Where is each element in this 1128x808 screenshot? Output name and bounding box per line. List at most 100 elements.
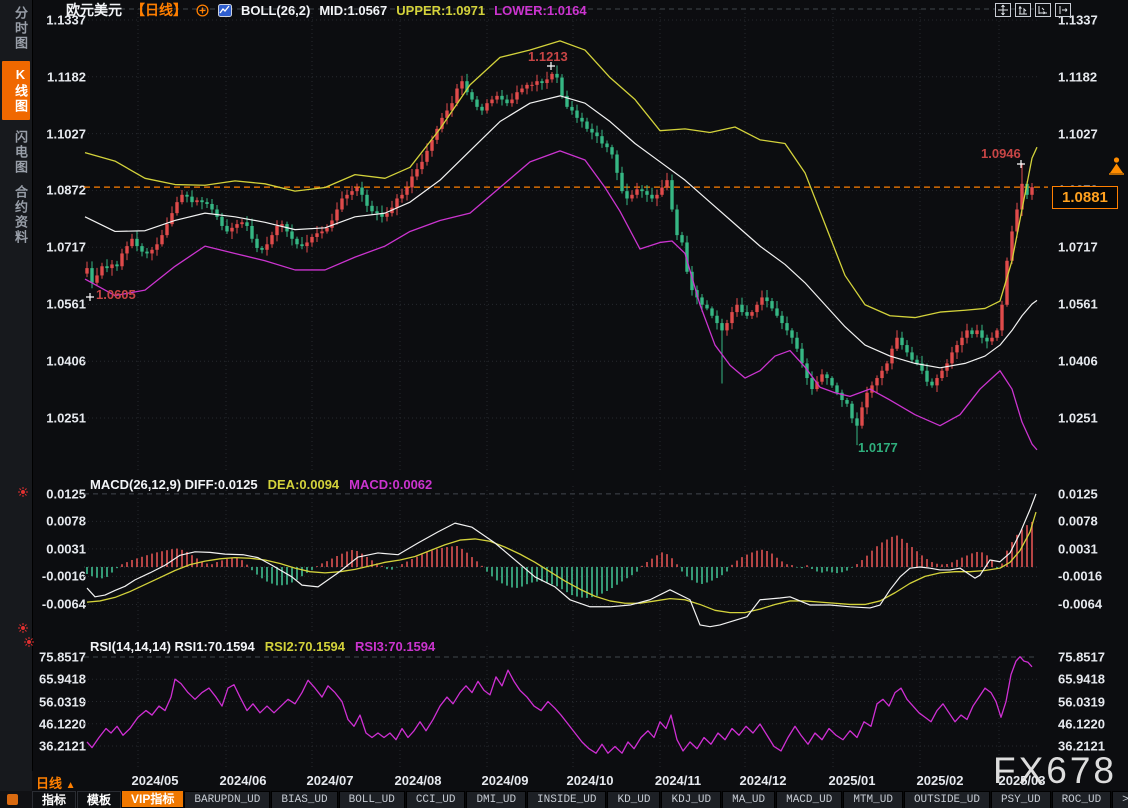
watermark: FX678 bbox=[993, 750, 1117, 792]
axis-label: 1.0561 bbox=[1058, 297, 1098, 312]
boll-mid-value: MID:1.0567 bbox=[319, 3, 387, 18]
rsi1-value: RSI(14,14,14) RSI1:70.1594 bbox=[90, 639, 255, 654]
axis-label: 56.0319 bbox=[1058, 694, 1105, 709]
axis-label: 65.9418 bbox=[28, 672, 86, 687]
axis-label: 75.8517 bbox=[28, 650, 86, 665]
axis-label: 1.0406 bbox=[1058, 354, 1098, 369]
macd-panel-header: MACD(26,12,9) DIFF:0.0125 DEA:0.0094 MAC… bbox=[90, 477, 432, 492]
axis-label: -0.0064 bbox=[1058, 597, 1102, 612]
boll-indicator-label: BOLL(26,2) bbox=[241, 3, 310, 18]
date-label: 2025/01 bbox=[829, 773, 876, 788]
date-label: 2024/12 bbox=[740, 773, 787, 788]
date-label: 2024/06 bbox=[220, 773, 267, 788]
axis-label: 1.0872 bbox=[28, 183, 86, 198]
symbol-title: 欧元美元 bbox=[66, 0, 122, 20]
axis-label: 1.0251 bbox=[1058, 410, 1098, 425]
toolbar-button-7[interactable]: DMI_UD bbox=[466, 791, 526, 808]
macd-alert-dot-icon bbox=[18, 484, 28, 502]
axis-label: 1.1027 bbox=[28, 126, 86, 141]
crosshair-icon[interactable] bbox=[995, 3, 1011, 17]
axis-label: 1.0251 bbox=[28, 410, 86, 425]
rsi-alert-dot2-icon bbox=[24, 634, 34, 652]
axis-label: 0.0078 bbox=[1058, 514, 1098, 529]
rsi-panel-header: RSI(14,14,14) RSI1:70.1594 RSI2:70.1594 … bbox=[90, 639, 435, 654]
toolbar-button-10[interactable]: KDJ_UD bbox=[661, 791, 721, 808]
axis-label: 1.0406 bbox=[28, 354, 86, 369]
toolbar-button-4[interactable]: BIAS_UD bbox=[271, 791, 337, 808]
toolbar-button-14[interactable]: OUTSIDE_UD bbox=[904, 791, 990, 808]
bottom-left-corner bbox=[0, 791, 32, 808]
period-selector[interactable]: 日线 ▲ bbox=[36, 773, 76, 792]
rsi3-value: RSI3:70.1594 bbox=[355, 639, 435, 654]
axis-label: 0.0031 bbox=[1058, 541, 1098, 556]
price-annotation: 1.1213 bbox=[528, 49, 568, 64]
toolbar-button-11[interactable]: MA_UD bbox=[722, 791, 775, 808]
price-annotation: 1.0177 bbox=[858, 440, 898, 455]
pan-right-icon[interactable] bbox=[1055, 3, 1071, 17]
axis-label: 65.9418 bbox=[1058, 672, 1105, 687]
toolbar-button-15[interactable]: PSY_UD bbox=[991, 791, 1051, 808]
corner-app-icon[interactable] bbox=[7, 794, 18, 805]
date-label: 2024/05 bbox=[132, 773, 179, 788]
date-label: 2024/10 bbox=[567, 773, 614, 788]
sidebar-tab-2[interactable]: 闪电图 bbox=[2, 130, 30, 175]
toolbar-button-12[interactable]: MACD_UD bbox=[776, 791, 842, 808]
sidebar-tab-3[interactable]: 合约资料 bbox=[2, 185, 30, 245]
price-alert-icon[interactable] bbox=[1108, 156, 1125, 180]
toolbar-button-5[interactable]: BOLL_UD bbox=[339, 791, 405, 808]
axis-label: 36.2121 bbox=[28, 739, 86, 754]
toolbar-button-8[interactable]: INSIDE_UD bbox=[527, 791, 606, 808]
axis-label: 0.0031 bbox=[28, 541, 86, 556]
toolbar-more-button[interactable]: >> bbox=[1112, 791, 1128, 808]
axis-label: 1.1182 bbox=[28, 69, 86, 84]
sidebar-tab-1[interactable]: K线图 bbox=[2, 61, 30, 120]
axis-label: 75.8517 bbox=[1058, 650, 1105, 665]
add-indicator-icon[interactable] bbox=[196, 4, 209, 17]
macd-macd-value: MACD:0.0062 bbox=[349, 477, 432, 492]
price-annotation: 1.0946 bbox=[981, 146, 1021, 161]
axis-label: 46.1220 bbox=[28, 716, 86, 731]
chart-header: 欧元美元 【日线】 BOLL(26,2) MID:1.0567 UPPER:1.… bbox=[66, 1, 587, 19]
axis-label: 1.1182 bbox=[1058, 69, 1097, 84]
price-annotation: 1.0605 bbox=[96, 287, 136, 302]
date-label: 2025/02 bbox=[917, 773, 964, 788]
axis-label: 46.1220 bbox=[1058, 716, 1105, 731]
toolbar-button-2[interactable]: VIP指标 bbox=[122, 791, 183, 807]
toolbar-button-3[interactable]: BARUPDN_UD bbox=[184, 791, 270, 808]
sidebar-tab-0[interactable]: 分时图 bbox=[2, 6, 30, 51]
axis-label: -0.0016 bbox=[28, 569, 86, 584]
toolbar-button-13[interactable]: MTM_UD bbox=[843, 791, 903, 808]
axis-label: 56.0319 bbox=[28, 694, 86, 709]
toolbar-button-6[interactable]: CCI_UD bbox=[406, 791, 466, 808]
toolbar-button-0[interactable]: 指标 bbox=[32, 791, 76, 808]
axis-label: 0.0078 bbox=[28, 514, 86, 529]
chart-toolbar-icons bbox=[995, 3, 1071, 17]
axis-label: 1.1027 bbox=[1058, 126, 1098, 141]
indicator-toolbar: 指标模板VIP指标BARUPDN_UDBIAS_UDBOLL_UDCCI_UDD… bbox=[32, 791, 1128, 808]
period-tag: 【日线】 bbox=[131, 0, 187, 20]
date-label: 2024/09 bbox=[482, 773, 529, 788]
toolbar-button-1[interactable]: 模板 bbox=[77, 791, 121, 808]
axis-label: 0.0125 bbox=[1058, 486, 1098, 501]
axis-label: 0.0125 bbox=[28, 486, 86, 501]
date-axis-row: 日线 ▲ 2024/05 2024/06 2024/07 2024/08 2024/09… bbox=[32, 771, 1128, 791]
toolbar-button-16[interactable]: ROC_UD bbox=[1052, 791, 1112, 808]
axis-label: -0.0016 bbox=[1058, 569, 1102, 584]
date-label: 2024/08 bbox=[395, 773, 442, 788]
axis-label: -0.0064 bbox=[28, 597, 86, 612]
fit-horizontal-icon[interactable] bbox=[1035, 3, 1051, 17]
boll-upper-value: UPPER:1.0971 bbox=[396, 3, 485, 18]
fit-vertical-icon[interactable] bbox=[1015, 3, 1031, 17]
axis-label: 1.0717 bbox=[28, 240, 86, 255]
chart-type-icon[interactable] bbox=[218, 4, 232, 17]
axis-label: 1.0561 bbox=[28, 297, 86, 312]
axis-label: 1.0717 bbox=[1058, 240, 1098, 255]
boll-lower-value: LOWER:1.0164 bbox=[494, 3, 586, 18]
macd-diff-value: MACD(26,12,9) DIFF:0.0125 bbox=[90, 477, 258, 492]
toolbar-button-9[interactable]: KD_UD bbox=[607, 791, 660, 808]
chart-canvas bbox=[0, 0, 1128, 808]
rsi2-value: RSI2:70.1594 bbox=[265, 639, 345, 654]
chevron-up-icon: ▲ bbox=[66, 780, 76, 791]
date-label: 2024/11 bbox=[655, 773, 701, 788]
date-label: 2024/07 bbox=[307, 773, 354, 788]
